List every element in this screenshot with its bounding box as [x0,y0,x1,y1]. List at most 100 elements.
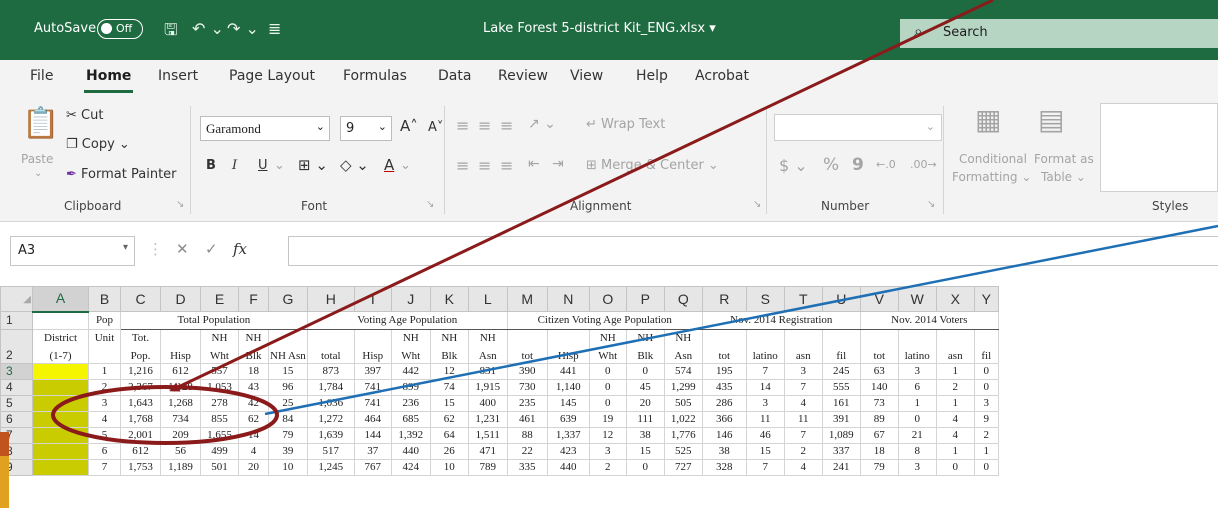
cell[interactable]: 1 [973,443,999,460]
insert-function-icon[interactable]: fx [233,240,247,258]
customize-toolbar-icon[interactable]: ≣ [268,19,281,38]
cell[interactable]: 74 [429,379,469,396]
header-cell[interactable]: tot [859,329,899,364]
cell[interactable]: 612 [120,443,161,460]
autosave-toggle[interactable]: Off [97,19,143,39]
cell[interactable]: 0 [588,395,627,412]
cell[interactable]: 2 [88,379,121,396]
tab-formulas[interactable]: Formulas [341,66,409,90]
cell[interactable]: 337 [821,443,861,460]
header-cell[interactable]: NH Wht [200,329,239,364]
cell[interactable]: 1,036 [306,395,355,412]
cell[interactable]: 62 [238,411,269,428]
redo-icon[interactable]: ↷ ⌄ [227,19,259,38]
district-cell[interactable] [32,411,89,428]
cell-total-population-header[interactable]: Total Population [120,311,308,330]
cell[interactable]: 4 [88,411,121,428]
cell[interactable]: 8 [897,443,937,460]
cell-voting-age-population-header[interactable]: Voting Age Population [306,311,508,330]
cell[interactable]: 45 [625,379,665,396]
cell[interactable]: 0 [588,363,627,380]
cell[interactable]: 20 [238,459,269,476]
header-cell[interactable]: Unit [88,329,121,364]
header-cell[interactable]: NH Blk [238,329,269,364]
cell[interactable]: 63 [859,363,899,380]
cell[interactable]: 555 [821,379,861,396]
cell-styles-gallery[interactable] [1100,103,1218,192]
district-cell[interactable] [32,443,89,460]
cell[interactable]: 2 [973,427,999,444]
cell[interactable]: 140 [859,379,899,396]
header-cell[interactable]: NH Wht [390,329,431,364]
cut-button[interactable]: ✂ Cut [66,108,103,123]
cell[interactable]: 3 [897,363,937,380]
accounting-format-button[interactable]: $ ⌄ [779,156,808,175]
row-header[interactable]: 4 [0,379,33,396]
cell[interactable]: 235 [506,395,548,412]
cell[interactable]: 6 [88,443,121,460]
header-cell[interactable]: Tot. Pop. [120,329,161,364]
column-header-n[interactable]: N [546,286,590,312]
cell[interactable]: 440 [390,443,431,460]
cell[interactable]: 10 [268,459,308,476]
cell[interactable]: 0 [625,363,665,380]
header-cell[interactable]: NH Asn [467,329,508,364]
cell[interactable]: 0 [935,459,975,476]
tab-review[interactable]: Review [496,66,550,90]
cell[interactable]: 7 [745,363,785,380]
cell[interactable]: 12 [429,363,469,380]
cell[interactable]: 43 [238,379,269,396]
font-name-box[interactable]: Garamond ⌄ [200,116,330,141]
cell[interactable]: 278 [200,395,239,412]
number-launcher-icon[interactable]: ↘ [927,199,935,210]
column-header-g[interactable]: G [268,286,308,312]
cell[interactable]: 15 [625,443,665,460]
row-header[interactable]: 6 [0,411,33,428]
cell[interactable]: 4 [238,443,269,460]
cell[interactable]: 3 [745,395,785,412]
borders-icon[interactable]: ⊞ ⌄ [298,156,328,174]
cell[interactable]: 79 [268,427,308,444]
cell[interactable]: 1,216 [120,363,161,380]
cell[interactable]: 5 [88,427,121,444]
cell[interactable]: 6 [897,379,937,396]
cell[interactable]: 574 [663,363,703,380]
cell[interactable]: 12 [588,427,627,444]
cell[interactable]: 1,639 [306,427,355,444]
district-cell[interactable] [32,459,89,476]
cell[interactable]: 1,915 [467,379,508,396]
cell[interactable]: 2 [588,459,627,476]
column-header-t[interactable]: T [783,286,823,312]
cell[interactable]: 1,392 [390,427,431,444]
cell[interactable]: 400 [467,395,508,412]
cell[interactable]: 4 [935,411,975,428]
cell[interactable]: 873 [306,363,355,380]
cell[interactable]: 1,337 [546,427,590,444]
align-middle-icon[interactable]: ≡ [478,116,491,135]
decrease-decimal-icon[interactable]: .00→ [910,158,937,171]
tab-view[interactable]: View [568,66,605,90]
district-cell[interactable] [32,363,89,380]
cell[interactable]: 335 [506,459,548,476]
cell[interactable]: 1,643 [120,395,161,412]
header-cell[interactable]: NH Asn [268,329,308,364]
cell[interactable]: 10 [429,459,469,476]
cell[interactable]: 501 [200,459,239,476]
cell[interactable]: 1 [935,443,975,460]
cell[interactable]: 18 [238,363,269,380]
orientation-icon[interactable]: ↗ ⌄ [528,116,556,132]
cell[interactable]: 195 [701,363,747,380]
cell[interactable]: 11 [783,411,823,428]
cell[interactable]: 22 [506,443,548,460]
align-top-icon[interactable]: ≡ [456,116,469,135]
header-cell[interactable]: fil [821,329,861,364]
cell[interactable]: 64 [429,427,469,444]
cell[interactable]: 499 [200,443,239,460]
header-cell[interactable]: NH Asn [663,329,703,364]
column-header-q[interactable]: Q [663,286,703,312]
cell[interactable]: 1 [935,363,975,380]
cell[interactable]: 245 [821,363,861,380]
align-center-icon[interactable]: ≡ [478,156,491,175]
cell[interactable]: 88 [506,427,548,444]
format-painter-button[interactable]: ✒ Format Painter [66,167,177,182]
